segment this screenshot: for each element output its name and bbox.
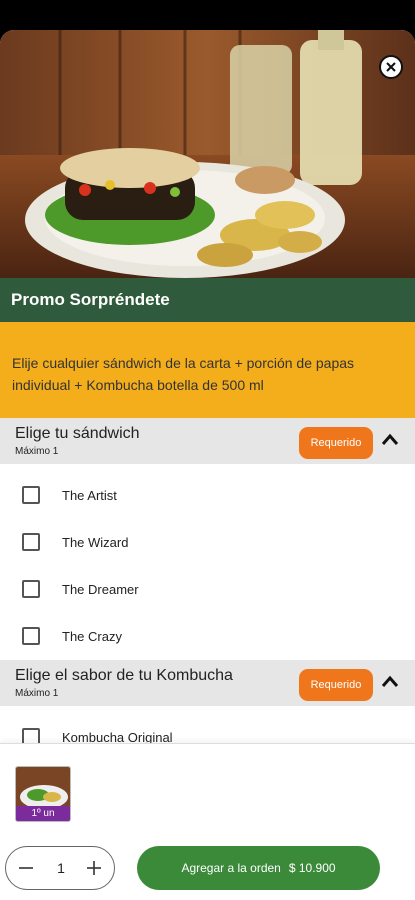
section-max: Máximo 1: [15, 688, 59, 699]
checkbox-icon[interactable]: [22, 580, 40, 598]
section-header-kombucha[interactable]: Elige el sabor de tu Kombucha Máximo 1 R…: [0, 660, 415, 706]
option-the-crazy[interactable]: The Crazy: [0, 614, 415, 660]
checkbox-icon[interactable]: [22, 533, 40, 551]
checkbox-icon[interactable]: [22, 486, 40, 504]
product-description: Elije cualquier sándwich de la carta + p…: [0, 322, 415, 418]
required-badge: Requerido: [299, 427, 373, 459]
option-label: The Crazy: [62, 629, 122, 644]
option-the-wizard[interactable]: The Wizard: [0, 520, 415, 566]
close-icon: [386, 62, 396, 72]
option-label: The Wizard: [62, 535, 129, 550]
option-label: The Artist: [62, 488, 117, 503]
minus-icon[interactable]: [16, 858, 36, 878]
option-label: The Dreamer: [62, 582, 139, 597]
unit-tag: 1º un: [16, 806, 70, 821]
plus-icon[interactable]: [84, 858, 104, 878]
option-the-artist[interactable]: The Artist: [0, 473, 415, 519]
chevron-up-icon[interactable]: [381, 432, 399, 446]
section-max: Máximo 1: [15, 446, 59, 457]
close-button[interactable]: [379, 55, 403, 79]
section-header-sandwich[interactable]: Elige tu sándwich Máximo 1 Requerido: [0, 418, 415, 464]
section-title: Elige tu sándwich: [15, 425, 140, 442]
product-thumbnail[interactable]: 1º un: [15, 766, 71, 822]
add-to-order-button[interactable]: Agregar a la orden $ 10.900: [137, 846, 380, 890]
order-price: $ 10.900: [288, 861, 336, 875]
required-badge: Requerido: [299, 669, 373, 701]
quantity-stepper[interactable]: 1: [5, 846, 115, 890]
option-the-dreamer[interactable]: The Dreamer: [0, 567, 415, 613]
order-footer: 1º un 1 Agregar a la orden $ 10.900: [0, 743, 415, 900]
product-photo: [0, 30, 415, 278]
add-to-order-label: Agregar a la orden: [181, 861, 281, 875]
chevron-up-icon[interactable]: [381, 674, 399, 688]
section-title: Elige el sabor de tu Kombucha: [15, 667, 233, 684]
checkbox-icon[interactable]: [22, 627, 40, 645]
product-title: Promo Sorpréndete: [0, 278, 415, 322]
product-sheet: Promo Sorpréndete Elije cualquier sándwi…: [0, 30, 415, 900]
quantity-value: 1: [57, 860, 65, 876]
